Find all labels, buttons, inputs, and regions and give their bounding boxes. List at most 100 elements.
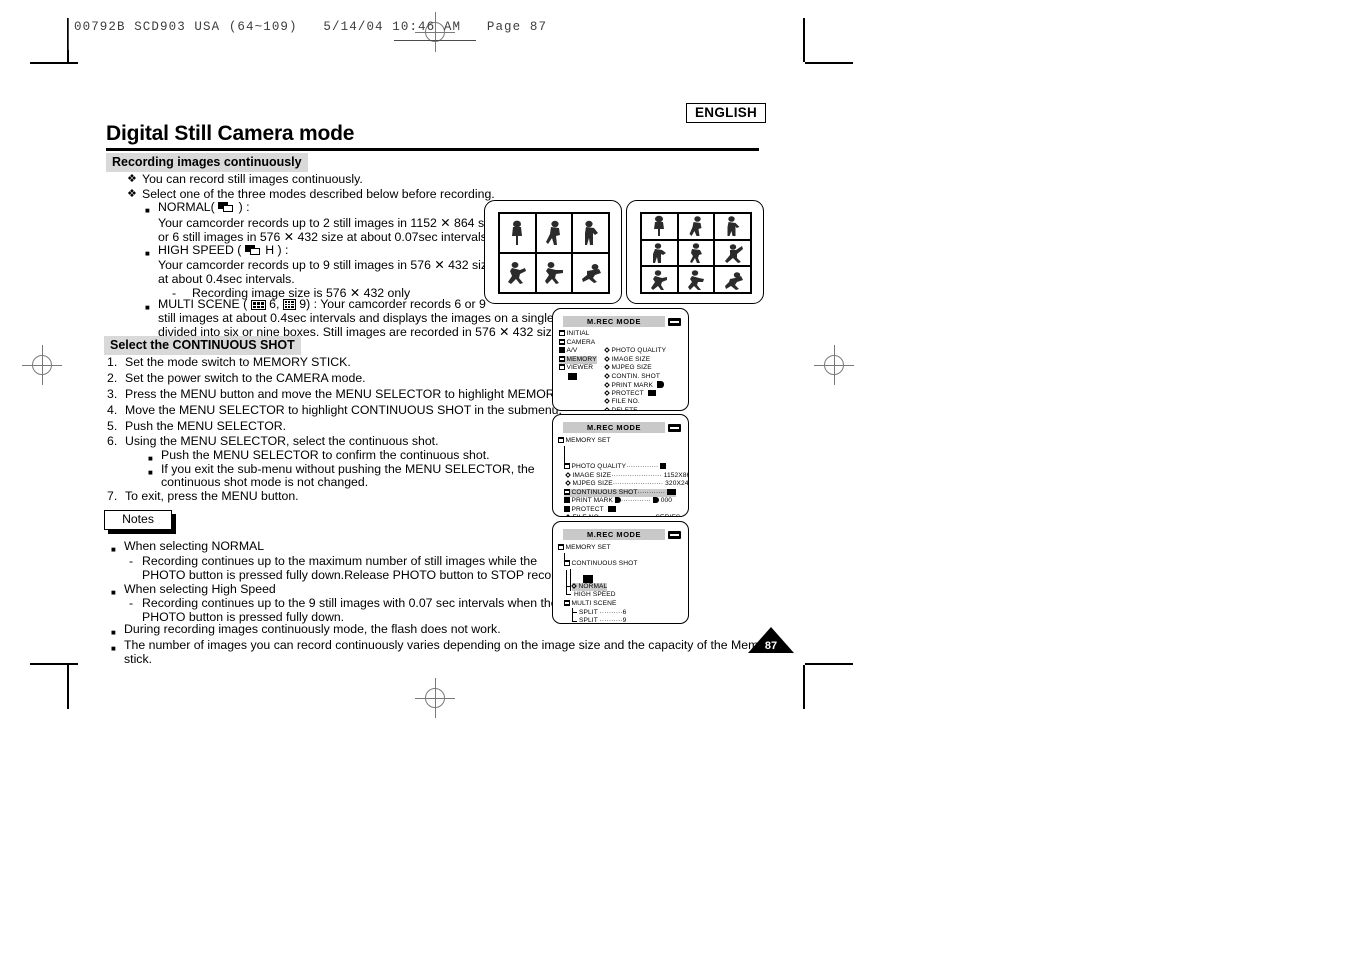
step-number: 7. bbox=[107, 489, 118, 503]
mode-normal-line-0: Your camcorder records up to 2 still ima… bbox=[158, 216, 500, 230]
step-text-1: Set the mode switch to MEMORY STICK. bbox=[125, 355, 351, 369]
page-title: Digital Still Camera mode bbox=[106, 122, 355, 145]
lcd-right-label: PROTECT bbox=[611, 389, 644, 397]
step-text-6: Using the MENU SELECTOR, select the cont… bbox=[125, 434, 439, 448]
lcd-menu-continuous-shot: M.REC MODE MEMORY SET CONTINUOUS SHOT NO… bbox=[552, 521, 689, 624]
lcd-option-label: MULTI SCENE bbox=[571, 599, 617, 607]
lcd-left-item-camera[interactable]: CAMERA bbox=[559, 338, 596, 348]
nine-split-preview-panel bbox=[626, 200, 764, 304]
preview-thumb bbox=[499, 213, 536, 253]
preview-thumb bbox=[714, 239, 751, 267]
preview-thumb bbox=[572, 213, 609, 253]
lcd-left-item-initial[interactable]: INITIAL bbox=[559, 330, 590, 339]
preview-thumb bbox=[641, 213, 678, 240]
mode-normal-label-tail: ) : bbox=[238, 200, 250, 214]
mode-normal-title: NORMAL( ) : bbox=[158, 200, 250, 215]
diamond-icon bbox=[571, 582, 577, 589]
lcd-row-image-size[interactable]: IMAGE SIZE······················ 1152X86… bbox=[565, 471, 688, 481]
lcd-left-label: CAMERA bbox=[566, 338, 596, 346]
nine-split-grid bbox=[640, 212, 752, 294]
lcd-right-item-delete[interactable]: DELETE bbox=[604, 406, 638, 410]
lcd-row-mjpeg-size[interactable]: MJPEG SIZE······················ 320X240 bbox=[565, 480, 688, 489]
page-number-badge: 87 bbox=[748, 627, 794, 653]
dash-bullet: - bbox=[129, 554, 134, 568]
folder-icon bbox=[559, 364, 565, 370]
lcd-right-item-protect[interactable]: PROTECT bbox=[604, 389, 656, 399]
lcd-left-item-av[interactable]: A/V bbox=[559, 347, 577, 356]
folder-icon bbox=[564, 497, 570, 503]
step-text-7: To exit, press the MENU button. bbox=[125, 489, 299, 503]
square-bullet-icon: ■ bbox=[148, 454, 153, 463]
lcd-row-continuous-shot[interactable]: CONTINUOUS SHOT············ bbox=[564, 488, 676, 498]
lcd-row-dots: ·············· bbox=[626, 463, 659, 470]
lcd-option-split-9[interactable]: SPLIT ··········9 bbox=[579, 617, 626, 623]
folder-icon bbox=[559, 347, 565, 353]
mode-multiscene-line-0: still images at about 0.4sec intervals a… bbox=[158, 311, 585, 325]
square-bullet-icon: ■ bbox=[145, 249, 150, 258]
lcd-row-dots: ······················ bbox=[612, 480, 664, 487]
lcd-row-file-no[interactable]: FILE NO.······················· SERIES bbox=[565, 514, 680, 516]
lcd-row-dots: ······················· bbox=[601, 514, 654, 516]
note-head-0: When selecting NORMAL bbox=[124, 539, 265, 553]
section-heading-recording: Recording images continuously bbox=[106, 153, 308, 172]
note-sub-3: stick. bbox=[124, 652, 153, 666]
manual-page: ENGLISH Digital Still Camera mode Record… bbox=[0, 0, 1351, 954]
folder-icon bbox=[559, 330, 565, 336]
lcd-row-photo-quality[interactable]: PHOTO QUALITY·············· bbox=[564, 463, 667, 472]
lcd-right-label: FILE NO. bbox=[611, 398, 640, 405]
lcd-right-label: CONTIN. SHOT bbox=[611, 372, 660, 380]
tree-line bbox=[570, 569, 571, 591]
square-bullet-icon: ■ bbox=[145, 303, 150, 312]
lcd-row-label: MJPEG SIZE bbox=[572, 480, 613, 487]
lcd-right-item-photo-quality[interactable]: PHOTO QUALITY bbox=[604, 347, 666, 356]
battery-icon bbox=[668, 531, 681, 539]
lcd-option-multi-scene[interactable]: MULTI SCENE bbox=[564, 599, 617, 609]
lcd-title: M.REC MODE bbox=[586, 530, 642, 539]
note-head-1: When selecting High Speed bbox=[124, 582, 276, 596]
six-split-grid bbox=[498, 212, 610, 294]
lcd-title: M.REC MODE bbox=[586, 317, 642, 326]
folder-icon bbox=[559, 355, 565, 362]
mode-multiscene-title: MULTI SCENE ( 6, 9) : Your camcorder rec… bbox=[158, 297, 486, 312]
lcd-row-label: IMAGE SIZE bbox=[572, 471, 612, 479]
lcd-right-item-image-size[interactable]: IMAGE SIZE bbox=[604, 355, 651, 365]
square-bullet-icon: ■ bbox=[148, 468, 153, 477]
diamond-icon bbox=[604, 406, 610, 410]
preview-thumb bbox=[714, 266, 751, 293]
lcd-right-label: MJPEG SIZE bbox=[611, 364, 652, 371]
preview-thumb bbox=[535, 253, 573, 293]
lcd-left-item-viewer[interactable]: VIEWER bbox=[559, 364, 593, 373]
lcd-title-bar: M.REC MODE bbox=[563, 422, 665, 433]
preview-thumb bbox=[714, 213, 751, 240]
print-mark-icon bbox=[652, 497, 659, 503]
mode-multiscene-label: MULTI SCENE ( bbox=[158, 297, 248, 311]
lcd-root-memory-set: MEMORY SET bbox=[558, 544, 611, 553]
lcd-title-bar: M.REC MODE bbox=[563, 529, 665, 540]
folder-icon bbox=[564, 463, 570, 469]
lcd-right-item-file-no[interactable]: FILE NO. bbox=[604, 398, 640, 407]
lcd-right-label: IMAGE SIZE bbox=[611, 355, 651, 363]
lcd-root-memory-set: MEMORY SET bbox=[558, 437, 611, 446]
lcd-row-label: FILE NO. bbox=[573, 514, 601, 516]
mode-multiscene-mid2: 9) : Your camcorder records 6 or 9 bbox=[299, 297, 486, 311]
lcd-right-item-contin-shot[interactable]: CONTIN. SHOT bbox=[604, 372, 660, 382]
lcd-right-item-mjpeg-size[interactable]: MJPEG SIZE bbox=[604, 364, 652, 373]
stacked-frames-icon bbox=[244, 245, 262, 256]
lcd-title: M.REC MODE bbox=[586, 423, 642, 432]
step6-sub-2: continuous shot mode is not changed. bbox=[161, 475, 369, 489]
lcd-row-print-mark[interactable]: PRINT MARK ············· 000 bbox=[564, 497, 672, 506]
lcd-option-normal[interactable]: NORMAL bbox=[571, 582, 608, 592]
lcd-option-split-6[interactable]: SPLIT ··········6 bbox=[579, 609, 626, 618]
lcd-left-label: MEMORY bbox=[566, 355, 597, 363]
six-split-preview-panel bbox=[484, 200, 622, 304]
quality-value-icon bbox=[660, 463, 667, 469]
mode-highspeed-label-tail: H ) : bbox=[265, 243, 289, 257]
note-head-3: The number of images you can record cont… bbox=[124, 638, 776, 652]
lcd-row-protect[interactable]: PROTECT bbox=[564, 505, 616, 515]
lcd-option-high-speed[interactable]: HIGH SPEED bbox=[574, 591, 616, 600]
lcd-left-item-memory[interactable]: MEMORY bbox=[559, 355, 597, 365]
diamond-icon bbox=[565, 471, 571, 478]
step-number: 1. bbox=[107, 355, 118, 369]
diamond-icon bbox=[604, 347, 610, 353]
step-text-4: Move the MENU SELECTOR to highlight CONT… bbox=[125, 403, 562, 417]
